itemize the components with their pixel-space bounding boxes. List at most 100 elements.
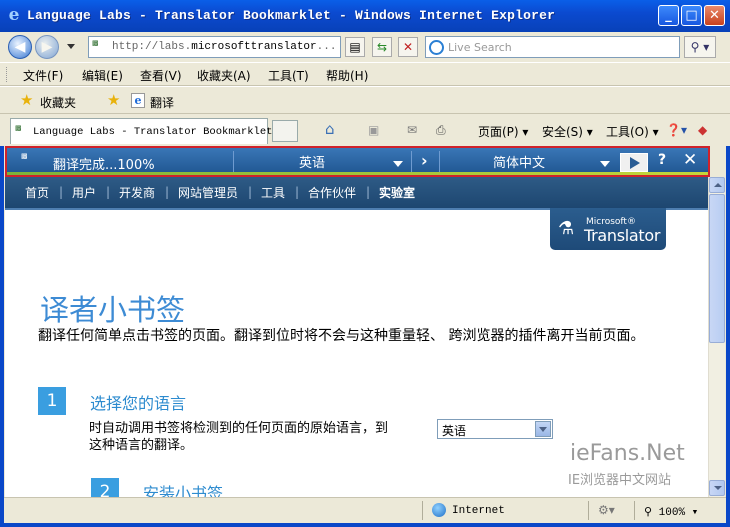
page-title: 译者小书签: [40, 293, 186, 327]
ie-page-icon: e: [131, 93, 145, 108]
nav-separator: |: [59, 185, 64, 199]
divider: [233, 151, 234, 173]
minimize-button[interactable]: _: [658, 5, 679, 26]
nav-home[interactable]: 首页: [25, 184, 49, 201]
scroll-thumb[interactable]: [709, 194, 725, 343]
nav-separator: |: [295, 185, 300, 199]
research-icon[interactable]: ◆: [698, 123, 707, 137]
status-bar: Internet ⚙▾ ⚲ 100% ▾: [4, 497, 726, 523]
step-1-title: 选择您的语言: [90, 394, 187, 413]
status-divider: [588, 501, 589, 520]
divider: [439, 151, 440, 173]
favorites-bar: ★ 收藏夹 ★ e 翻译: [0, 86, 730, 114]
direction-arrow-icon: ›: [421, 151, 428, 170]
compatibility-icon[interactable]: ▤: [345, 37, 365, 57]
translation-status: 翻译完成...100%: [53, 158, 155, 173]
forward-button[interactable]: ▶: [35, 35, 59, 59]
translator-close-button[interactable]: ✕: [683, 150, 697, 170]
menu-help[interactable]: 帮助(H): [326, 67, 368, 84]
tab-row: ▩ Language Labs - Translator Bookmarklet…: [0, 114, 730, 146]
favorite-item-translate[interactable]: 翻译: [150, 94, 174, 111]
flask-icon: ⚗: [558, 218, 575, 239]
page-intro: 翻译任何简单点击书签的页面。翻译到位时将不会与这种重量轻、 跨浏览器的插件离开当…: [38, 328, 645, 344]
home-icon[interactable]: ⌂: [325, 120, 335, 138]
scroll-up-button[interactable]: [709, 177, 725, 193]
nav-separator: |: [366, 185, 371, 199]
status-divider: [422, 501, 423, 520]
status-divider: [634, 501, 635, 520]
nav-separator: |: [248, 185, 253, 199]
history-dropdown-icon[interactable]: [67, 44, 75, 49]
step-2-title: 安装小书签: [143, 484, 224, 497]
chevron-down-icon[interactable]: [535, 421, 551, 437]
internet-zone-icon: [432, 503, 446, 517]
ie-logo-icon: e: [8, 5, 20, 25]
scroll-down-button[interactable]: [709, 480, 725, 496]
print-icon[interactable]: ⎙: [436, 123, 446, 138]
window-border-bottom: [0, 523, 730, 527]
new-tab-button[interactable]: [272, 120, 298, 142]
translate-play-button[interactable]: [620, 153, 648, 172]
nav-separator: |: [165, 185, 170, 199]
to-language-chevron-down-icon[interactable]: [600, 161, 610, 167]
maximize-button[interactable]: □: [681, 5, 702, 26]
mail-icon[interactable]: ✉: [407, 123, 417, 137]
safety-menu[interactable]: 安全(S) ▾: [542, 123, 593, 140]
menu-view[interactable]: 查看(V): [140, 67, 182, 84]
add-favorite-icon[interactable]: ★: [107, 93, 120, 108]
tab-favicon-icon: ▩: [15, 124, 22, 132]
favorites-star-icon: ★: [20, 91, 34, 109]
help-icon[interactable]: ❓▾: [666, 123, 687, 137]
menu-bar: 文件(F) 编辑(E) 查看(V) 收藏夹(A) 工具(T) 帮助(H): [0, 62, 730, 86]
search-input[interactable]: Live Search: [425, 36, 680, 58]
translator-help-button[interactable]: ?: [658, 152, 666, 168]
vertical-scrollbar[interactable]: [708, 177, 725, 497]
address-bar[interactable]: ▩ http://labs.microsofttranslator...: [88, 36, 341, 58]
zoom-level[interactable]: ⚲ 100% ▾: [644, 505, 698, 519]
security-zone[interactable]: Internet: [452, 505, 505, 517]
address-url: http://labs.microsofttranslator...: [112, 41, 337, 53]
step-1-description: 时自动调用书签将检测到的任何页面的原始语言，到这种语言的翻译。: [89, 421, 389, 453]
protected-mode-icon[interactable]: ⚙▾: [598, 503, 615, 517]
watermark-caption: IE浏览器中文网站: [568, 473, 672, 488]
tools-menu[interactable]: 工具(O) ▾: [606, 123, 659, 140]
menu-edit[interactable]: 编辑(E): [82, 67, 123, 84]
feeds-icon[interactable]: ▣: [368, 123, 379, 137]
menu-file[interactable]: 文件(F): [23, 67, 63, 84]
back-button[interactable]: ◀: [8, 35, 32, 59]
nav-partners[interactable]: 合作伙伴: [308, 184, 356, 201]
step-2-badge: 2: [91, 478, 119, 497]
menu-tools[interactable]: 工具(T): [268, 67, 309, 84]
from-language-select[interactable]: 英语: [299, 152, 325, 171]
nav-users[interactable]: 用户: [72, 184, 96, 201]
divider: [411, 151, 412, 173]
tab-title: Language Labs - Translator Bookmarklet: [33, 126, 273, 138]
favorites-button[interactable]: 收藏夹: [40, 94, 76, 111]
nav-tools[interactable]: 工具: [261, 184, 285, 201]
target-language-value: 英语: [442, 424, 467, 438]
nav-labs[interactable]: 实验室: [379, 184, 415, 201]
page-menu[interactable]: 页面(P) ▾: [478, 123, 528, 140]
page-content: 首页 | 用户 | 开发商 | 网站管理员 | 工具 | 合作伙伴 | 实验室 …: [5, 177, 708, 497]
watermark-site: ieFans.Net: [570, 441, 685, 466]
translator-accent-line: [7, 172, 708, 175]
nav-developers[interactable]: 开发商: [119, 184, 155, 201]
refresh-icon[interactable]: ⇆: [372, 37, 392, 57]
tab-active[interactable]: ▩ Language Labs - Translator Bookmarklet: [10, 118, 272, 144]
step-1-badge: 1: [38, 387, 66, 415]
stop-icon[interactable]: ✕: [398, 37, 418, 57]
search-button[interactable]: ⚲ ▾: [684, 36, 716, 58]
toolbar-grip: [6, 67, 9, 82]
microsoft-translator-logo[interactable]: ⚗ Microsoft® Translator: [550, 208, 666, 250]
target-language-select[interactable]: 英语: [437, 419, 553, 439]
site-favicon-icon: ▩: [92, 39, 99, 47]
nav-separator: |: [106, 185, 111, 199]
site-nav: 首页 | 用户 | 开发商 | 网站管理员 | 工具 | 合作伙伴 | 实验室: [5, 177, 708, 208]
menu-favorites[interactable]: 收藏夹(A): [197, 67, 251, 84]
to-language-select[interactable]: 简体中文: [493, 152, 545, 171]
translator-icon: ▩: [21, 152, 28, 160]
close-window-button[interactable]: ✕: [704, 5, 725, 26]
nav-webmasters[interactable]: 网站管理员: [178, 184, 238, 201]
search-placeholder: Live Search: [448, 41, 512, 54]
from-language-chevron-down-icon[interactable]: [393, 161, 403, 167]
